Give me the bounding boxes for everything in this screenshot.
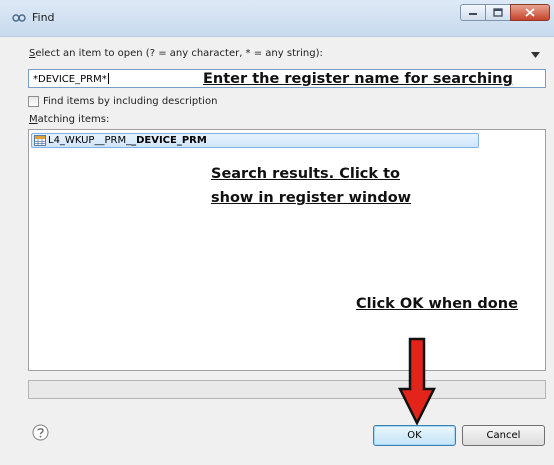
- include-description-label: Find items by including description: [43, 95, 218, 107]
- result-match: _DEVICE_PRM: [131, 135, 207, 146]
- select-item-label: Select an item to open (? = any characte…: [29, 48, 323, 59]
- minimize-button[interactable]: [460, 4, 486, 21]
- cancel-button[interactable]: Cancel: [462, 425, 545, 446]
- include-description-option[interactable]: Find items by including description: [28, 94, 217, 108]
- close-icon: [525, 8, 535, 17]
- ok-button[interactable]: OK: [373, 425, 456, 446]
- maximize-icon: [493, 8, 503, 17]
- red-down-arrow-icon: [398, 337, 436, 425]
- annotation-click-ok: Click OK when done: [356, 296, 518, 312]
- chevron-down-icon[interactable]: [531, 52, 540, 58]
- find-dialog: Find Select an item to open (? = any cha…: [0, 0, 554, 465]
- close-button[interactable]: [510, 4, 550, 21]
- help-icon[interactable]: [32, 424, 49, 441]
- status-bar: [28, 380, 546, 399]
- include-description-checkbox[interactable]: [28, 95, 39, 107]
- maximize-button[interactable]: [485, 4, 511, 21]
- annotation-search-results-line1: Search results. Click to: [211, 166, 400, 182]
- window-title: Find: [32, 11, 55, 24]
- title-bar[interactable]: Find: [0, 0, 554, 37]
- result-prefix: L4_WKUP__PRM_: [48, 135, 132, 146]
- minimize-icon: [469, 12, 477, 15]
- register-table-icon: [34, 135, 46, 146]
- search-input-value: *DEVICE_PRM*: [33, 74, 107, 85]
- matching-items-label: Matching items:: [29, 114, 110, 125]
- annotation-search-results-line2: show in register window: [211, 190, 412, 206]
- list-item[interactable]: L4_WKUP__PRM_ _DEVICE_PRM: [31, 133, 479, 148]
- annotation-enter-register: Enter the register name for searching: [203, 71, 513, 87]
- find-icon: [12, 14, 26, 22]
